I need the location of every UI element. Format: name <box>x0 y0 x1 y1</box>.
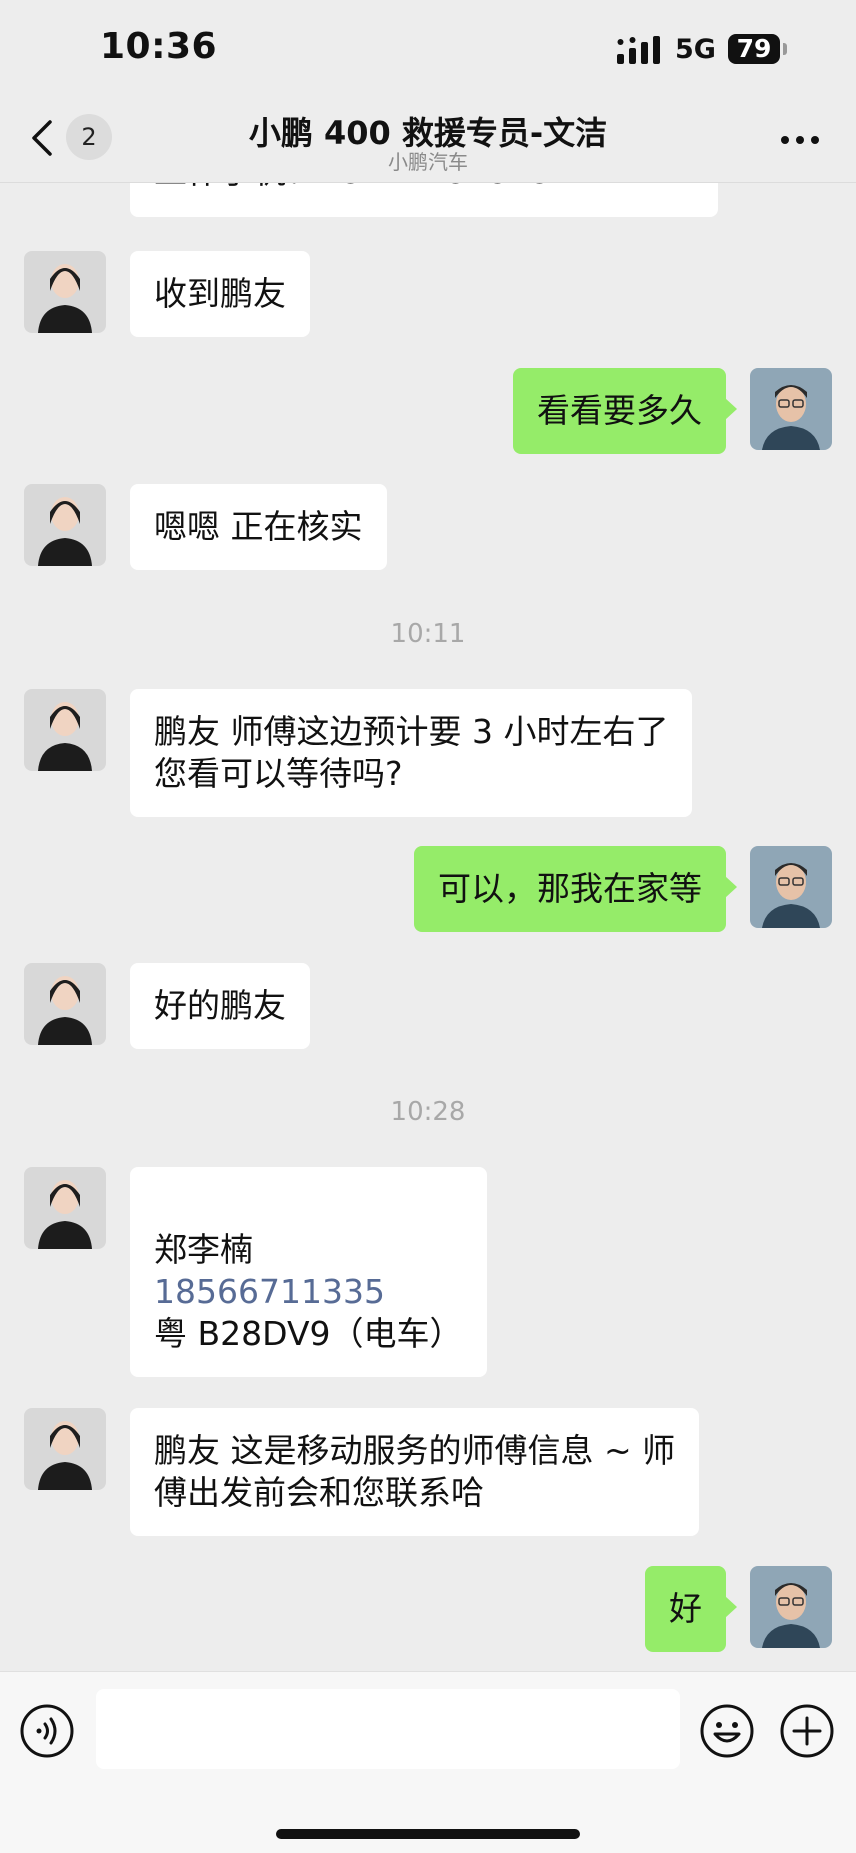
phone-number-link[interactable]: 18566711335 <box>154 1271 463 1313</box>
agent-avatar[interactable] <box>24 1408 106 1490</box>
message-bubble-incoming[interactable]: 嗯嗯 正在核实 <box>130 484 387 570</box>
user-avatar[interactable] <box>750 846 832 928</box>
message-text-line: 鹏友 这是移动服务的师傅信息 ~ 师 <box>154 1431 676 1470</box>
message-bubble-incoming[interactable]: 鹏友 这是移动服务的师傅信息 ~ 师 傅出发前会和您联系哈 <box>130 1408 700 1536</box>
message-timestamp: 10:11 <box>390 619 466 649</box>
battery-tip <box>783 43 787 55</box>
message-bubble-outgoing[interactable]: 好 <box>645 1566 737 1652</box>
network-type: 5G <box>675 34 716 65</box>
message-text-line: 粤 B28DV9（电车） <box>154 1314 463 1353</box>
message-bubble-incoming[interactable]: 工作手机：18721781878 <box>130 183 718 217</box>
battery-level: 79 <box>736 34 772 63</box>
status-bar: 10:36 5G 79 <box>0 0 856 100</box>
message-bubble-incoming[interactable]: 鹏友 师傅这边预计要 3 小时左右了 您看可以等待吗? <box>130 689 693 817</box>
voice-input-icon[interactable] <box>20 1704 74 1758</box>
message-bubble-outgoing[interactable]: 看看要多久 <box>513 368 737 454</box>
chat-header: 2 小鹏 400 救援专员-文洁 小鹏汽车 <box>0 100 856 183</box>
agent-avatar[interactable] <box>24 963 106 1045</box>
message-timestamp: 10:28 <box>390 1097 466 1127</box>
user-avatar[interactable] <box>750 368 832 450</box>
message-bubble-incoming[interactable]: 郑李楠 18566711335 粤 B28DV9（电车） <box>130 1167 487 1377</box>
message-bubble-incoming[interactable]: 收到鹏友 <box>130 251 310 337</box>
agent-avatar[interactable] <box>24 251 106 333</box>
status-time: 10:36 <box>100 26 218 67</box>
plus-icon[interactable] <box>780 1704 834 1758</box>
agent-avatar[interactable] <box>24 484 106 566</box>
message-text-line: 傅出发前会和您联系哈 <box>154 1473 484 1512</box>
user-avatar[interactable] <box>750 1566 832 1648</box>
message-bubble-outgoing[interactable]: 可以，那我在家等 <box>414 846 737 932</box>
chat-messages[interactable]: 工作手机：18721781878 收到鹏友 看看要多久 嗯嗯 正在核实 10:1… <box>0 183 856 1671</box>
message-text-line: 您看可以等待吗? <box>154 754 403 793</box>
message-input-bar <box>0 1671 856 1853</box>
agent-avatar[interactable] <box>24 1167 106 1249</box>
message-text: 工作手机：18721781878 <box>154 183 550 193</box>
battery-icon: 79 <box>728 34 780 64</box>
agent-avatar[interactable] <box>24 689 106 771</box>
message-bubble-incoming[interactable]: 好的鹏友 <box>130 963 310 1049</box>
message-input[interactable] <box>96 1689 680 1769</box>
message-text-line: 郑李楠 <box>154 1230 253 1269</box>
emoji-icon[interactable] <box>700 1704 754 1758</box>
home-indicator[interactable] <box>276 1829 580 1839</box>
chat-subtitle: 小鹏汽车 <box>388 150 468 174</box>
cellular-signal-icon <box>617 36 660 64</box>
message-text-line: 鹏友 师傅这边预计要 3 小时左右了 <box>154 712 669 751</box>
more-options-icon[interactable] <box>780 134 820 146</box>
